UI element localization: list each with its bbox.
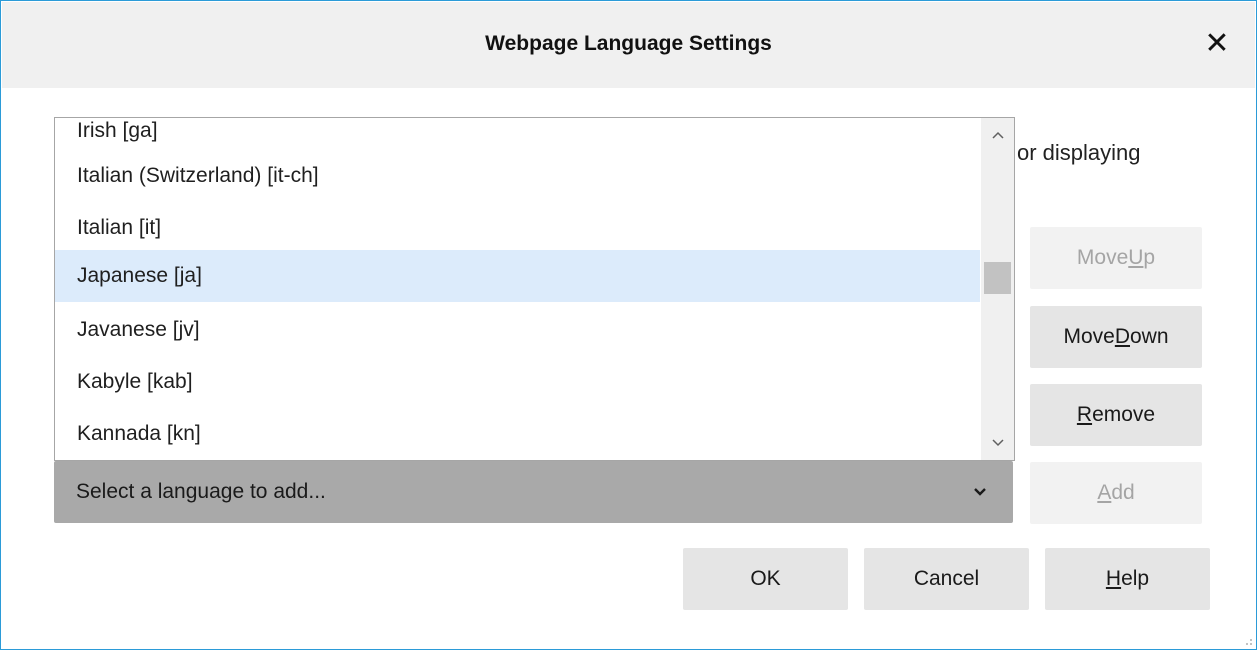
language-settings-dialog: Webpage Language Settings ✕ or displayin… bbox=[0, 0, 1257, 650]
button-mnemonic: U bbox=[1128, 246, 1144, 269]
description-text-fragment: or displaying bbox=[1017, 140, 1141, 165]
list-item[interactable]: Javanese [jv] bbox=[55, 304, 980, 356]
resize-grip-icon[interactable] bbox=[1241, 634, 1253, 646]
scroll-up-button[interactable] bbox=[981, 120, 1014, 150]
help-button[interactable]: Help bbox=[1045, 548, 1210, 610]
button-mnemonic: R bbox=[1076, 403, 1093, 426]
vertical-scrollbar[interactable] bbox=[981, 118, 1014, 460]
ok-button[interactable]: OK bbox=[683, 548, 848, 610]
add-button[interactable]: Add bbox=[1030, 462, 1202, 524]
button-mnemonic: D bbox=[1114, 325, 1130, 348]
dialog-title: Webpage Language Settings bbox=[485, 32, 772, 55]
move-down-button[interactable]: Move Down bbox=[1030, 306, 1202, 368]
list-item[interactable]: Kabyle [kab] bbox=[55, 356, 980, 408]
close-icon: ✕ bbox=[1204, 27, 1230, 60]
move-up-button[interactable]: Move Up bbox=[1030, 227, 1202, 289]
scroll-down-button[interactable] bbox=[981, 428, 1014, 458]
chevron-up-icon bbox=[991, 131, 1004, 139]
button-label: dd bbox=[1111, 481, 1135, 504]
title-bar: Webpage Language Settings ✕ bbox=[2, 2, 1255, 88]
language-listbox[interactable]: Irish [ga] Italian (Switzerland) [it-ch]… bbox=[54, 117, 1015, 461]
list-item[interactable]: Italian [it] bbox=[55, 202, 980, 254]
chevron-down-icon bbox=[974, 488, 986, 496]
list-item[interactable]: Italian (Switzerland) [it-ch] bbox=[55, 150, 980, 202]
close-button[interactable]: ✕ bbox=[1197, 24, 1237, 64]
button-label: own bbox=[1130, 325, 1169, 348]
button-label: elp bbox=[1121, 567, 1150, 590]
button-label: OK bbox=[750, 567, 781, 590]
select-placeholder: Select a language to add... bbox=[76, 480, 326, 503]
list-item[interactable]: Kannada [kn] bbox=[55, 408, 980, 460]
list-item-selected[interactable]: Japanese [ja] bbox=[55, 250, 980, 302]
chevron-down-icon bbox=[991, 439, 1004, 447]
button-label: Cancel bbox=[913, 567, 980, 590]
button-mnemonic: A bbox=[1097, 481, 1112, 504]
button-label: p bbox=[1143, 246, 1156, 269]
add-language-select[interactable]: Select a language to add... bbox=[54, 461, 1013, 523]
button-mnemonic: H bbox=[1105, 567, 1122, 590]
cancel-button[interactable]: Cancel bbox=[864, 548, 1029, 610]
button-label: Move bbox=[1076, 246, 1129, 269]
button-label: Move bbox=[1063, 325, 1115, 348]
scroll-thumb[interactable] bbox=[984, 262, 1011, 294]
remove-button[interactable]: Remove bbox=[1030, 384, 1202, 446]
button-label: emove bbox=[1092, 403, 1156, 426]
